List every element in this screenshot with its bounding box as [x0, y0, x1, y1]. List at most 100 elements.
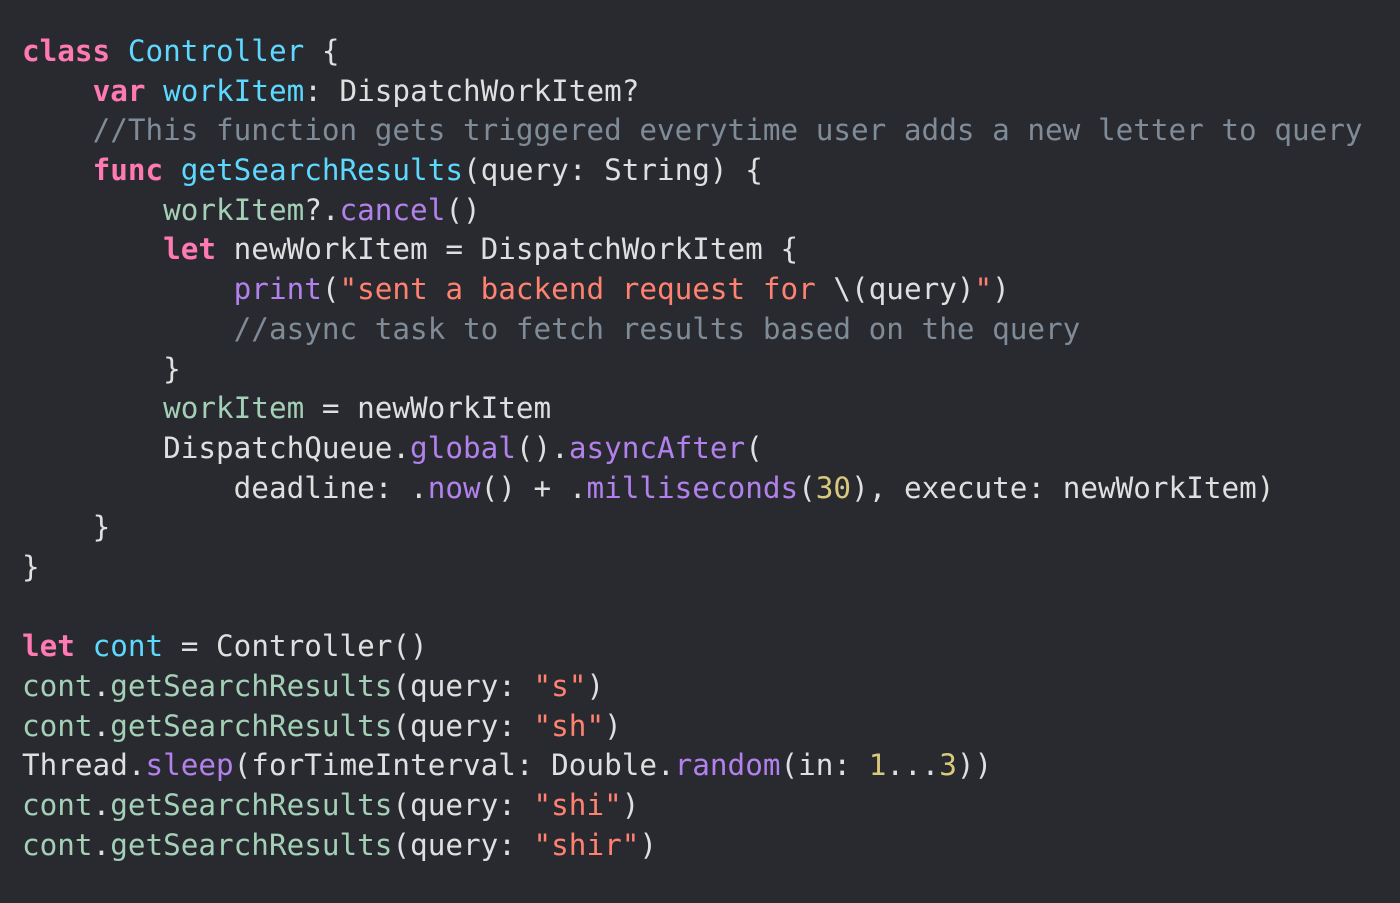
code-token: (query: — [392, 788, 534, 823]
code-token: ) — [621, 788, 640, 823]
code-token: } — [22, 549, 40, 584]
code-token: sleep — [145, 748, 234, 783]
code-token: "shir" — [533, 827, 640, 862]
code-token: cancel — [339, 192, 446, 227]
code-token: { — [304, 34, 340, 68]
code-token: ( — [321, 272, 340, 307]
code-line[interactable]: var workItem: DispatchWorkItem? — [22, 72, 1400, 112]
code-line[interactable]: } — [22, 350, 1400, 390]
code-token: func — [92, 153, 164, 188]
code-token: //This function gets triggered everytime… — [92, 113, 1363, 148]
code-token: let — [163, 232, 217, 267]
code-token: () + . — [480, 470, 587, 505]
code-token: (query: String) { — [462, 153, 763, 188]
code-token: "sent a backend request for — [339, 272, 834, 307]
code-token: (query: — [392, 827, 534, 862]
code-line[interactable] — [22, 588, 1400, 628]
code-token: DispatchQueue. — [163, 430, 411, 465]
code-token: } — [92, 510, 111, 545]
code-token: asyncAfter — [568, 430, 746, 465]
code-token: newWorkItem = DispatchWorkItem { — [216, 232, 799, 267]
code-token: : DispatchWorkItem? — [304, 73, 640, 108]
code-token: cont — [22, 669, 93, 703]
code-line[interactable]: print("sent a backend request for \(quer… — [22, 270, 1400, 310]
code-token: ) — [992, 272, 1010, 307]
code-line[interactable]: deadline: .now() + .milliseconds(30), ex… — [22, 469, 1400, 509]
code-token: ( — [798, 470, 816, 505]
code-token: "shi" — [533, 788, 622, 823]
code-token: (query: — [392, 708, 534, 743]
code-token: workItem — [163, 73, 305, 108]
code-token: getSearchResults — [180, 153, 463, 188]
code-token: cont — [22, 708, 93, 743]
code-token: ( — [745, 430, 763, 465]
code-token: ) — [604, 708, 622, 743]
code-line[interactable]: let cont = Controller() — [22, 627, 1400, 667]
code-token: ) — [586, 669, 605, 703]
code-token: 30 — [815, 470, 852, 505]
code-token: ... — [886, 748, 940, 783]
code-token: cont — [22, 788, 93, 823]
code-token: milliseconds — [586, 470, 799, 505]
code-token: print — [233, 272, 322, 307]
code-line[interactable]: workItem?.cancel() — [22, 191, 1400, 231]
code-editor[interactable]: class Controller { var workItem: Dispatc… — [0, 0, 1400, 903]
code-line[interactable]: class Controller { — [22, 32, 1400, 72]
code-area[interactable]: class Controller { var workItem: Dispatc… — [22, 32, 1400, 865]
code-token: } — [163, 351, 181, 386]
code-token: (). — [515, 430, 569, 465]
code-token: (query: — [392, 669, 534, 703]
code-token: cont — [22, 827, 93, 862]
code-token: global — [410, 430, 516, 465]
code-token: workItem — [163, 391, 305, 426]
code-line[interactable]: cont.getSearchResults(query: "shi") — [22, 786, 1400, 826]
code-token: . — [92, 827, 111, 862]
code-token: . — [92, 788, 111, 823]
code-token: \(query) — [833, 272, 975, 307]
code-token: " — [974, 272, 993, 307]
code-token: var — [92, 73, 146, 108]
code-token: = newWorkItem — [304, 391, 552, 426]
code-token: (in: — [780, 748, 869, 783]
code-line[interactable]: Thread.sleep(forTimeInterval: Double.ran… — [22, 746, 1400, 786]
code-line[interactable]: cont.getSearchResults(query: "sh") — [22, 707, 1400, 747]
code-token: deadline: . — [233, 470, 428, 505]
code-token: 3 — [939, 748, 957, 783]
code-token: class — [22, 34, 111, 68]
code-token: Controller — [127, 34, 305, 68]
code-line[interactable]: cont.getSearchResults(query: "shir") — [22, 826, 1400, 866]
code-line[interactable]: } — [22, 508, 1400, 548]
code-line[interactable]: workItem = newWorkItem — [22, 389, 1400, 429]
code-token: . — [92, 708, 111, 743]
code-token: () — [445, 192, 481, 227]
code-line[interactable]: let newWorkItem = DispatchWorkItem { — [22, 230, 1400, 270]
code-line[interactable]: //This function gets triggered everytime… — [22, 111, 1400, 151]
code-line[interactable]: //async task to fetch results based on t… — [22, 310, 1400, 350]
code-token: now — [427, 470, 481, 505]
code-token: (forTimeInterval: Double. — [233, 748, 675, 783]
code-line[interactable]: func getSearchResults(query: String) { — [22, 151, 1400, 191]
code-line[interactable]: } — [22, 548, 1400, 588]
code-line[interactable]: cont.getSearchResults(query: "s") — [22, 667, 1400, 707]
code-token: let — [22, 629, 75, 664]
code-token: //async task to fetch results based on t… — [233, 311, 1081, 346]
code-line[interactable]: DispatchQueue.global().asyncAfter( — [22, 429, 1400, 469]
code-token: getSearchResults — [110, 827, 393, 862]
code-token: getSearchResults — [110, 708, 393, 743]
code-token: "s" — [533, 669, 587, 703]
code-token: = Controller() — [163, 629, 428, 664]
code-token: ?. — [304, 192, 340, 227]
